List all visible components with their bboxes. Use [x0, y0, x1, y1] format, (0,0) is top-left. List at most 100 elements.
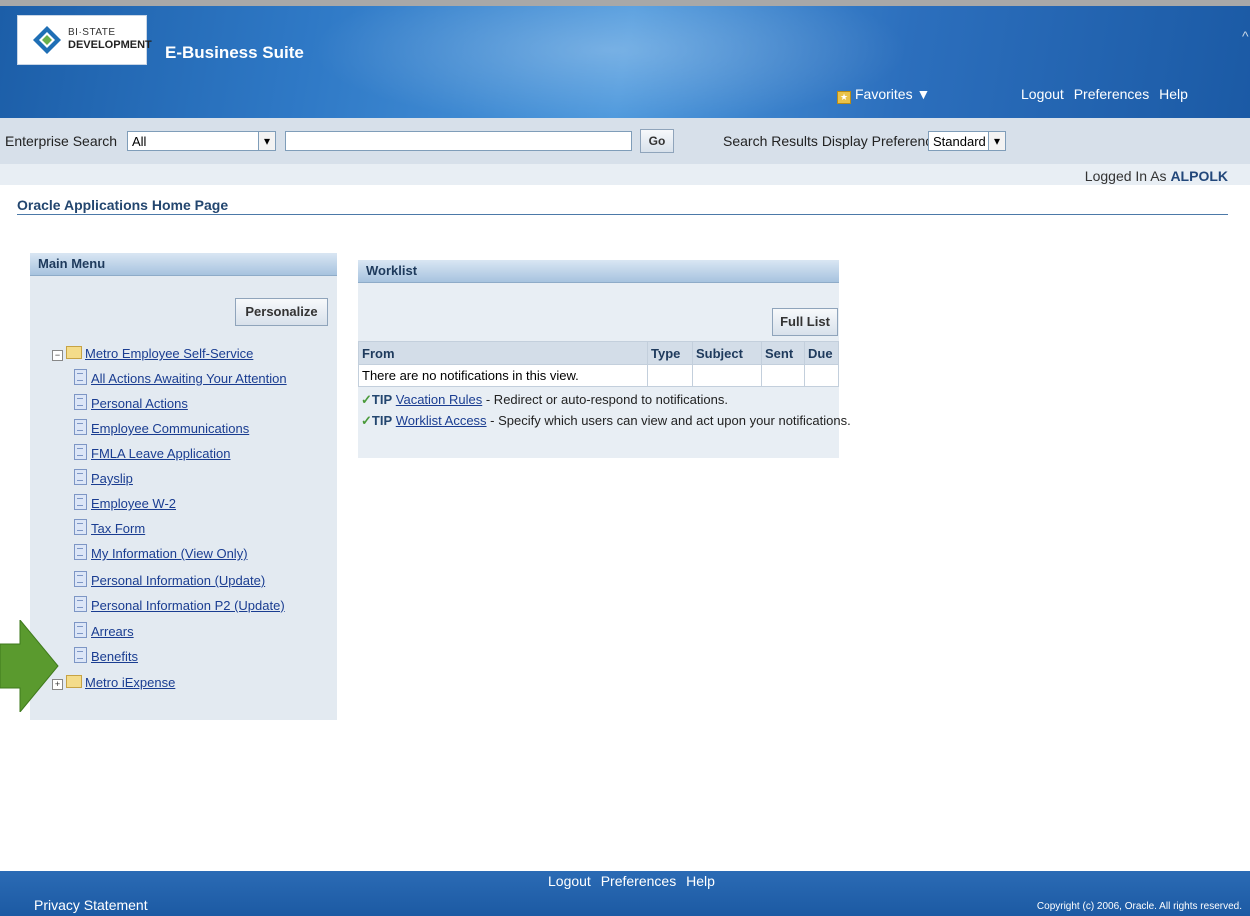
column-subject[interactable]: Subject	[692, 341, 762, 365]
menu-item-personal-information-update[interactable]: Personal Information (Update)	[74, 571, 265, 593]
menu-item-label[interactable]: FMLA Leave Application	[91, 446, 230, 461]
menu-item-label[interactable]: Employee Communications	[91, 421, 249, 436]
checkmark-icon: ✓	[361, 392, 372, 407]
document-icon	[74, 519, 87, 535]
search-scope-value: All	[132, 134, 147, 149]
document-icon	[74, 469, 87, 485]
session-bar	[0, 164, 1250, 185]
document-icon	[74, 419, 87, 435]
tip-vacation-rules: ✓TIP Vacation Rules - Redirect or auto-r…	[361, 392, 728, 408]
chevron-down-icon: ▾	[988, 132, 1005, 150]
menu-item-fmla-leave[interactable]: FMLA Leave Application	[74, 444, 230, 466]
folder-label[interactable]: Metro iExpense	[85, 675, 175, 690]
logged-in-status: Logged In As ALPOLK	[1085, 168, 1228, 184]
favorites-menu[interactable]: ★ Favorites ▼	[837, 86, 930, 104]
document-icon	[74, 571, 87, 587]
copyright-text: Copyright (c) 2006, Oracle. All rights r…	[1036, 901, 1242, 912]
tip-worklist-access: ✓TIP Worklist Access - Specify which use…	[361, 413, 851, 429]
table-header-row: From Type Subject Sent Due	[358, 341, 839, 365]
menu-item-payslip[interactable]: Payslip	[74, 469, 133, 491]
app-header: BI·STATE DEVELOPMENT E-Business Suite ★ F…	[0, 0, 1250, 118]
column-from[interactable]: From	[358, 341, 648, 365]
menu-item-employee-w2[interactable]: Employee W-2	[74, 494, 176, 516]
document-icon	[74, 596, 87, 612]
document-icon	[74, 544, 87, 560]
tip-text: - Specify which users can view and act u…	[486, 413, 851, 428]
scroll-up-icon[interactable]: ^	[1242, 28, 1250, 44]
personalize-button[interactable]: Personalize	[235, 298, 328, 326]
document-icon	[74, 647, 87, 663]
menu-item-arrears[interactable]: Arrears	[74, 622, 134, 644]
folder-icon	[66, 675, 82, 688]
search-scope-select[interactable]: All ▾	[127, 131, 276, 151]
folder-icon	[66, 346, 82, 359]
menu-item-label[interactable]: My Information (View Only)	[91, 546, 248, 561]
footer-links: Logout Preferences Help	[548, 873, 721, 889]
menu-item-label[interactable]: Personal Information P2 (Update)	[91, 598, 285, 613]
menu-item-label[interactable]: Employee W-2	[91, 496, 176, 511]
username: ALPOLK	[1170, 168, 1228, 184]
menu-item-personal-information-p2[interactable]: Personal Information P2 (Update)	[74, 596, 285, 618]
display-preference-value: Standard	[933, 134, 986, 149]
display-preference-select[interactable]: Standard ▾	[928, 131, 1006, 151]
full-list-button[interactable]: Full List	[772, 308, 838, 336]
menu-item-label[interactable]: Personal Information (Update)	[91, 573, 265, 588]
bistate-logo-icon	[33, 26, 61, 54]
menu-item-label[interactable]: Personal Actions	[91, 396, 188, 411]
document-icon	[74, 369, 87, 385]
enterprise-search-bar: Enterprise Search All ▾ Go Search Result…	[0, 118, 1250, 165]
column-type[interactable]: Type	[647, 341, 693, 365]
menu-item-tax-form[interactable]: Tax Form	[74, 519, 145, 541]
table-cell	[647, 364, 693, 387]
search-input[interactable]	[285, 131, 632, 151]
favorites-label: Favorites ▼	[855, 86, 931, 102]
menu-item-my-information[interactable]: My Information (View Only)	[74, 544, 248, 566]
checkmark-icon: ✓	[361, 413, 372, 428]
menu-item-label[interactable]: Payslip	[91, 471, 133, 486]
menu-item-all-actions[interactable]: All Actions Awaiting Your Attention	[74, 369, 287, 391]
go-button[interactable]: Go	[640, 129, 674, 153]
menu-item-label[interactable]: Benefits	[91, 649, 138, 664]
enterprise-search-label: Enterprise Search	[5, 133, 118, 149]
tip-tag: TIP	[371, 413, 393, 428]
tip-tag: TIP	[371, 392, 393, 407]
menu-item-label[interactable]: Arrears	[91, 624, 134, 639]
menu-item-employee-communications[interactable]: Employee Communications	[74, 419, 249, 441]
logout-link[interactable]: Logout	[1021, 86, 1064, 102]
document-icon	[74, 494, 87, 510]
folder-label[interactable]: Metro Employee Self-Service	[85, 346, 253, 361]
tree-folder-metro-iexpense[interactable]: + Metro iExpense	[52, 673, 175, 695]
column-due[interactable]: Due	[804, 341, 839, 365]
worklist-access-link[interactable]: Worklist Access	[396, 413, 487, 428]
logo-line-2: DEVELOPMENT	[68, 39, 152, 51]
menu-item-label[interactable]: All Actions Awaiting Your Attention	[91, 371, 287, 386]
logo-line-1: BI·STATE	[68, 27, 116, 38]
app-title: E-Business Suite	[165, 43, 304, 62]
table-cell	[804, 364, 839, 387]
favorites-icon: ★	[837, 91, 851, 104]
green-arrow-icon	[0, 620, 59, 712]
vacation-rules-link[interactable]: Vacation Rules	[396, 392, 482, 407]
logged-in-prefix: Logged In As	[1084, 168, 1167, 184]
footer-preferences-link[interactable]: Preferences	[601, 873, 676, 889]
menu-item-label[interactable]: Tax Form	[91, 521, 145, 536]
tree-folder-metro-employee-self-service[interactable]: − Metro Employee Self-Service	[52, 344, 253, 366]
table-cell	[692, 364, 762, 387]
table-cell	[761, 364, 805, 387]
preferences-link[interactable]: Preferences	[1074, 86, 1149, 102]
tip-text: - Redirect or auto-respond to notificati…	[482, 392, 728, 407]
privacy-statement-link[interactable]: Privacy Statement	[34, 897, 148, 913]
collapse-icon[interactable]: −	[52, 350, 63, 361]
display-preference-label: Search Results Display Preference	[723, 133, 941, 149]
document-icon	[74, 444, 87, 460]
menu-item-personal-actions[interactable]: Personal Actions	[74, 394, 188, 416]
global-links: Logout Preferences Help	[1021, 86, 1194, 102]
table-row: There are no notifications in this view.	[358, 364, 839, 387]
empty-message: There are no notifications in this view.	[358, 364, 648, 387]
menu-item-benefits[interactable]: Benefits	[74, 647, 138, 669]
footer-logout-link[interactable]: Logout	[548, 873, 591, 889]
column-sent[interactable]: Sent	[761, 341, 805, 365]
help-link[interactable]: Help	[1159, 86, 1188, 102]
worklist-title: Worklist	[358, 260, 839, 283]
footer-help-link[interactable]: Help	[686, 873, 715, 889]
